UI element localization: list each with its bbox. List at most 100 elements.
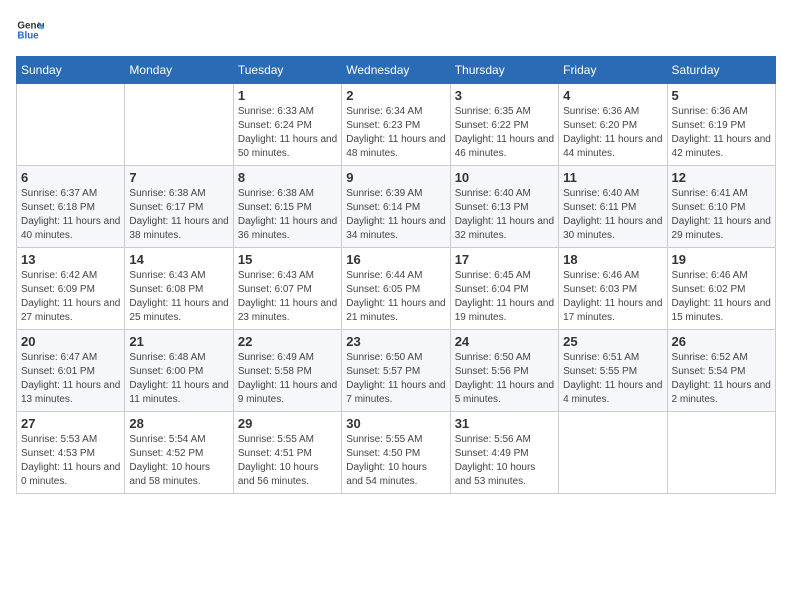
day-number: 9 [346, 170, 445, 185]
day-number: 1 [238, 88, 337, 103]
day-info: Sunrise: 6:50 AM Sunset: 5:56 PM Dayligh… [455, 351, 554, 407]
day-number: 29 [238, 416, 337, 431]
col-header-sunday: Sunday [17, 57, 125, 84]
day-number: 13 [21, 252, 120, 267]
calendar-cell [559, 412, 667, 494]
svg-text:Blue: Blue [17, 30, 39, 41]
day-info: Sunrise: 6:51 AM Sunset: 5:55 PM Dayligh… [563, 351, 662, 407]
day-info: Sunrise: 6:44 AM Sunset: 6:05 PM Dayligh… [346, 269, 445, 325]
day-info: Sunrise: 6:33 AM Sunset: 6:24 PM Dayligh… [238, 105, 337, 161]
calendar-cell: 17Sunrise: 6:45 AM Sunset: 6:04 PM Dayli… [450, 248, 558, 330]
day-number: 25 [563, 334, 662, 349]
calendar-cell: 7Sunrise: 6:38 AM Sunset: 6:17 PM Daylig… [125, 166, 233, 248]
calendar-cell: 12 Sunrise: 6:41 AM Sunset: 6:10 PM Dayli… [667, 166, 775, 248]
day-info: Sunrise: 6:37 AM Sunset: 6:18 PM Dayligh… [21, 187, 120, 243]
day-info: Sunrise: 6:46 AM Sunset: 6:02 PM Dayligh… [672, 269, 771, 325]
col-header-tuesday: Tuesday [233, 57, 341, 84]
week-row-4: 27 Sunrise: 5:53 AM Sunset: 4:53 PM Dayli… [17, 412, 776, 494]
day-number: 7 [129, 170, 228, 185]
calendar-cell: 29 Sunrise: 5:55 AM Sunset: 4:51 PM Dayli… [233, 412, 341, 494]
calendar-header-row: SundayMondayTuesdayWednesdayThursdayFrid… [17, 57, 776, 84]
day-info: Sunrise: 5:56 AM Sunset: 4:49 PM Dayligh… [455, 433, 554, 489]
calendar-cell: 6 Sunrise: 6:37 AM Sunset: 6:18 PM Daylig… [17, 166, 125, 248]
day-number: 18 [563, 252, 662, 267]
day-number: 30 [346, 416, 445, 431]
calendar-cell: 10 Sunrise: 6:40 AM Sunset: 6:13 PM Dayli… [450, 166, 558, 248]
col-header-monday: Monday [125, 57, 233, 84]
day-info: Sunrise: 6:45 AM Sunset: 6:04 PM Dayligh… [455, 269, 554, 325]
col-header-friday: Friday [559, 57, 667, 84]
calendar-cell [667, 412, 775, 494]
day-number: 4 [563, 88, 662, 103]
calendar-cell: 11Sunrise: 6:40 AM Sunset: 6:11 PM Dayli… [559, 166, 667, 248]
day-info: Sunrise: 6:48 AM Sunset: 6:00 PM Dayligh… [129, 351, 228, 407]
week-row-2: 13 Sunrise: 6:42 AM Sunset: 6:09 PM Dayli… [17, 248, 776, 330]
calendar-cell: 26Sunrise: 6:52 AM Sunset: 5:54 PM Dayli… [667, 330, 775, 412]
day-number: 26 [672, 334, 771, 349]
calendar-cell: 31 Sunrise: 5:56 AM Sunset: 4:49 PM Dayli… [450, 412, 558, 494]
day-info: Sunrise: 6:42 AM Sunset: 6:09 PM Dayligh… [21, 269, 120, 325]
calendar-cell: 21Sunrise: 6:48 AM Sunset: 6:00 PM Dayli… [125, 330, 233, 412]
day-number: 28 [129, 416, 228, 431]
day-info: Sunrise: 6:39 AM Sunset: 6:14 PM Dayligh… [346, 187, 445, 243]
calendar-cell: 20Sunrise: 6:47 AM Sunset: 6:01 PM Dayli… [17, 330, 125, 412]
day-number: 12 [672, 170, 771, 185]
day-info: Sunrise: 6:43 AM Sunset: 6:08 PM Dayligh… [129, 269, 228, 325]
calendar-cell: 9 Sunrise: 6:39 AM Sunset: 6:14 PM Daylig… [342, 166, 450, 248]
week-row-1: 6 Sunrise: 6:37 AM Sunset: 6:18 PM Daylig… [17, 166, 776, 248]
day-info: Sunrise: 5:53 AM Sunset: 4:53 PM Dayligh… [21, 433, 120, 489]
day-number: 10 [455, 170, 554, 185]
week-row-0: 1 Sunrise: 6:33 AM Sunset: 6:24 PM Daylig… [17, 84, 776, 166]
day-info: Sunrise: 6:35 AM Sunset: 6:22 PM Dayligh… [455, 105, 554, 161]
day-number: 8 [238, 170, 337, 185]
day-info: Sunrise: 6:41 AM Sunset: 6:10 PM Dayligh… [672, 187, 771, 243]
calendar-cell: 8 Sunrise: 6:38 AM Sunset: 6:15 PM Daylig… [233, 166, 341, 248]
day-info: Sunrise: 5:54 AM Sunset: 4:52 PM Dayligh… [129, 433, 228, 489]
day-number: 3 [455, 88, 554, 103]
week-row-3: 20Sunrise: 6:47 AM Sunset: 6:01 PM Dayli… [17, 330, 776, 412]
day-number: 5 [672, 88, 771, 103]
day-number: 2 [346, 88, 445, 103]
day-info: Sunrise: 6:38 AM Sunset: 6:15 PM Dayligh… [238, 187, 337, 243]
day-info: Sunrise: 6:34 AM Sunset: 6:23 PM Dayligh… [346, 105, 445, 161]
day-info: Sunrise: 6:43 AM Sunset: 6:07 PM Dayligh… [238, 269, 337, 325]
day-number: 15 [238, 252, 337, 267]
day-info: Sunrise: 6:46 AM Sunset: 6:03 PM Dayligh… [563, 269, 662, 325]
calendar-cell: 5 Sunrise: 6:36 AM Sunset: 6:19 PM Daylig… [667, 84, 775, 166]
day-number: 11 [563, 170, 662, 185]
calendar-cell: 28 Sunrise: 5:54 AM Sunset: 4:52 PM Dayli… [125, 412, 233, 494]
day-info: Sunrise: 6:50 AM Sunset: 5:57 PM Dayligh… [346, 351, 445, 407]
day-number: 23 [346, 334, 445, 349]
calendar-cell: 14 Sunrise: 6:43 AM Sunset: 6:08 PM Dayli… [125, 248, 233, 330]
day-number: 31 [455, 416, 554, 431]
calendar-cell [17, 84, 125, 166]
calendar-cell: 24 Sunrise: 6:50 AM Sunset: 5:56 PM Dayli… [450, 330, 558, 412]
calendar-cell: 19 Sunrise: 6:46 AM Sunset: 6:02 PM Dayli… [667, 248, 775, 330]
day-number: 16 [346, 252, 445, 267]
day-info: Sunrise: 6:40 AM Sunset: 6:13 PM Dayligh… [455, 187, 554, 243]
col-header-wednesday: Wednesday [342, 57, 450, 84]
calendar-cell: 22 Sunrise: 6:49 AM Sunset: 5:58 PM Dayli… [233, 330, 341, 412]
col-header-saturday: Saturday [667, 57, 775, 84]
day-info: Sunrise: 5:55 AM Sunset: 4:50 PM Dayligh… [346, 433, 445, 489]
logo: General Blue [16, 16, 44, 44]
day-info: Sunrise: 6:36 AM Sunset: 6:19 PM Dayligh… [672, 105, 771, 161]
calendar-table: SundayMondayTuesdayWednesdayThursdayFrid… [16, 56, 776, 494]
calendar-cell: 16 Sunrise: 6:44 AM Sunset: 6:05 PM Dayli… [342, 248, 450, 330]
calendar-cell: 4Sunrise: 6:36 AM Sunset: 6:20 PM Daylig… [559, 84, 667, 166]
day-number: 22 [238, 334, 337, 349]
day-number: 19 [672, 252, 771, 267]
calendar-cell: 2 Sunrise: 6:34 AM Sunset: 6:23 PM Daylig… [342, 84, 450, 166]
day-number: 24 [455, 334, 554, 349]
col-header-thursday: Thursday [450, 57, 558, 84]
day-number: 14 [129, 252, 228, 267]
calendar-cell: 18 Sunrise: 6:46 AM Sunset: 6:03 PM Dayli… [559, 248, 667, 330]
day-number: 6 [21, 170, 120, 185]
day-info: Sunrise: 6:49 AM Sunset: 5:58 PM Dayligh… [238, 351, 337, 407]
calendar-cell: 3 Sunrise: 6:35 AM Sunset: 6:22 PM Daylig… [450, 84, 558, 166]
calendar-cell [125, 84, 233, 166]
calendar-cell: 25 Sunrise: 6:51 AM Sunset: 5:55 PM Dayli… [559, 330, 667, 412]
day-number: 27 [21, 416, 120, 431]
calendar-body: 1 Sunrise: 6:33 AM Sunset: 6:24 PM Daylig… [17, 84, 776, 494]
day-info: Sunrise: 5:55 AM Sunset: 4:51 PM Dayligh… [238, 433, 337, 489]
